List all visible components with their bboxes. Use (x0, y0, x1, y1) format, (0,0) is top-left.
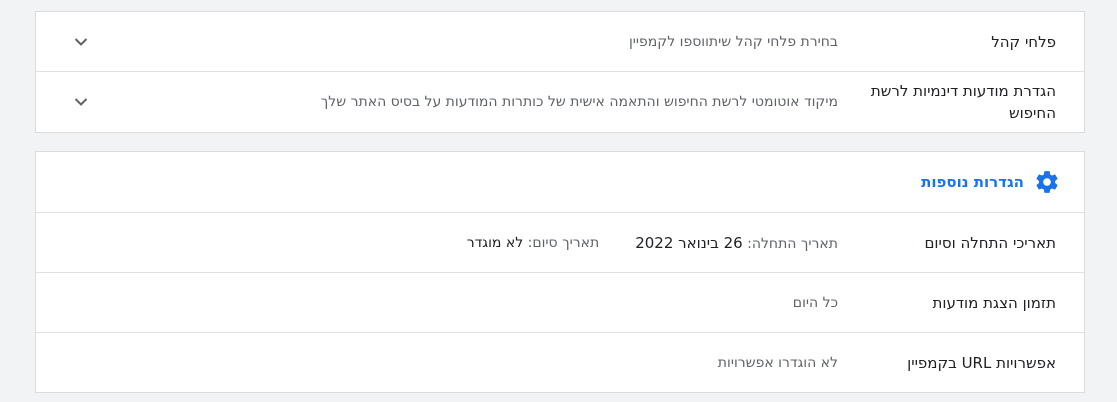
url-options-row[interactable]: אפשרויות URL בקמפיין לא הוגדרו אפשרויות (36, 333, 1084, 393)
chevron-down-icon[interactable] (74, 36, 88, 48)
dynamic-search-ads-row[interactable]: הגדרת מודעות דינמיות לרשת החיפוש מיקוד א… (36, 72, 1084, 132)
audience-segments-summary: בחירת פלחי קהל שיתווספו לקמפיין (628, 33, 838, 50)
dynamic-search-ads-summary: מיקוד אוטומטי לרשת החיפוש והתאמה אישית ש… (320, 94, 838, 110)
end-date: תאריך סיום: לא מוגדר (467, 235, 599, 251)
ad-schedule-label: תזמון הצגת מודעות (932, 293, 1057, 312)
start-end-dates-label: תאריכי התחלה וסיום (924, 233, 1056, 252)
additional-settings-header[interactable]: הגדרות נוספות (36, 152, 1084, 213)
start-date: תאריך התחלה: 26 בינואר 2022 (635, 234, 838, 252)
start-end-dates-row[interactable]: תאריכי התחלה וסיום תאריך התחלה: 26 בינוא… (36, 213, 1084, 273)
audience-segments-row[interactable]: פלחי קהל בחירת פלחי קהל שיתווספו לקמפיין (36, 12, 1084, 72)
end-date-value: לא מוגדר (466, 234, 524, 251)
ad-schedule-row[interactable]: תזמון הצגת מודעות כל היום (36, 273, 1084, 333)
end-date-prefix: תאריך סיום: (527, 234, 600, 251)
gear-icon (1034, 169, 1060, 195)
additional-settings-title: הגדרות נוספות (921, 173, 1024, 191)
additional-settings-card: הגדרות נוספות תאריכי התחלה וסיום תאריך ה… (35, 151, 1085, 393)
url-options-value: לא הוגדרו אפשרויות (717, 355, 838, 371)
chevron-down-icon[interactable] (74, 96, 88, 108)
audience-segments-label: פלחי קהל (991, 32, 1056, 51)
ad-schedule-value: כל היום (792, 294, 838, 311)
start-date-value: 26 בינואר 2022 (635, 233, 743, 252)
url-options-label: אפשרויות URL בקמפיין (907, 354, 1056, 372)
start-date-prefix: תאריך התחלה: (747, 235, 838, 252)
top-settings-card: פלחי קהל בחירת פלחי קהל שיתווספו לקמפיין… (35, 11, 1085, 133)
dynamic-search-ads-label: הגדרת מודעות דינמיות לרשת החיפוש (870, 82, 1056, 122)
